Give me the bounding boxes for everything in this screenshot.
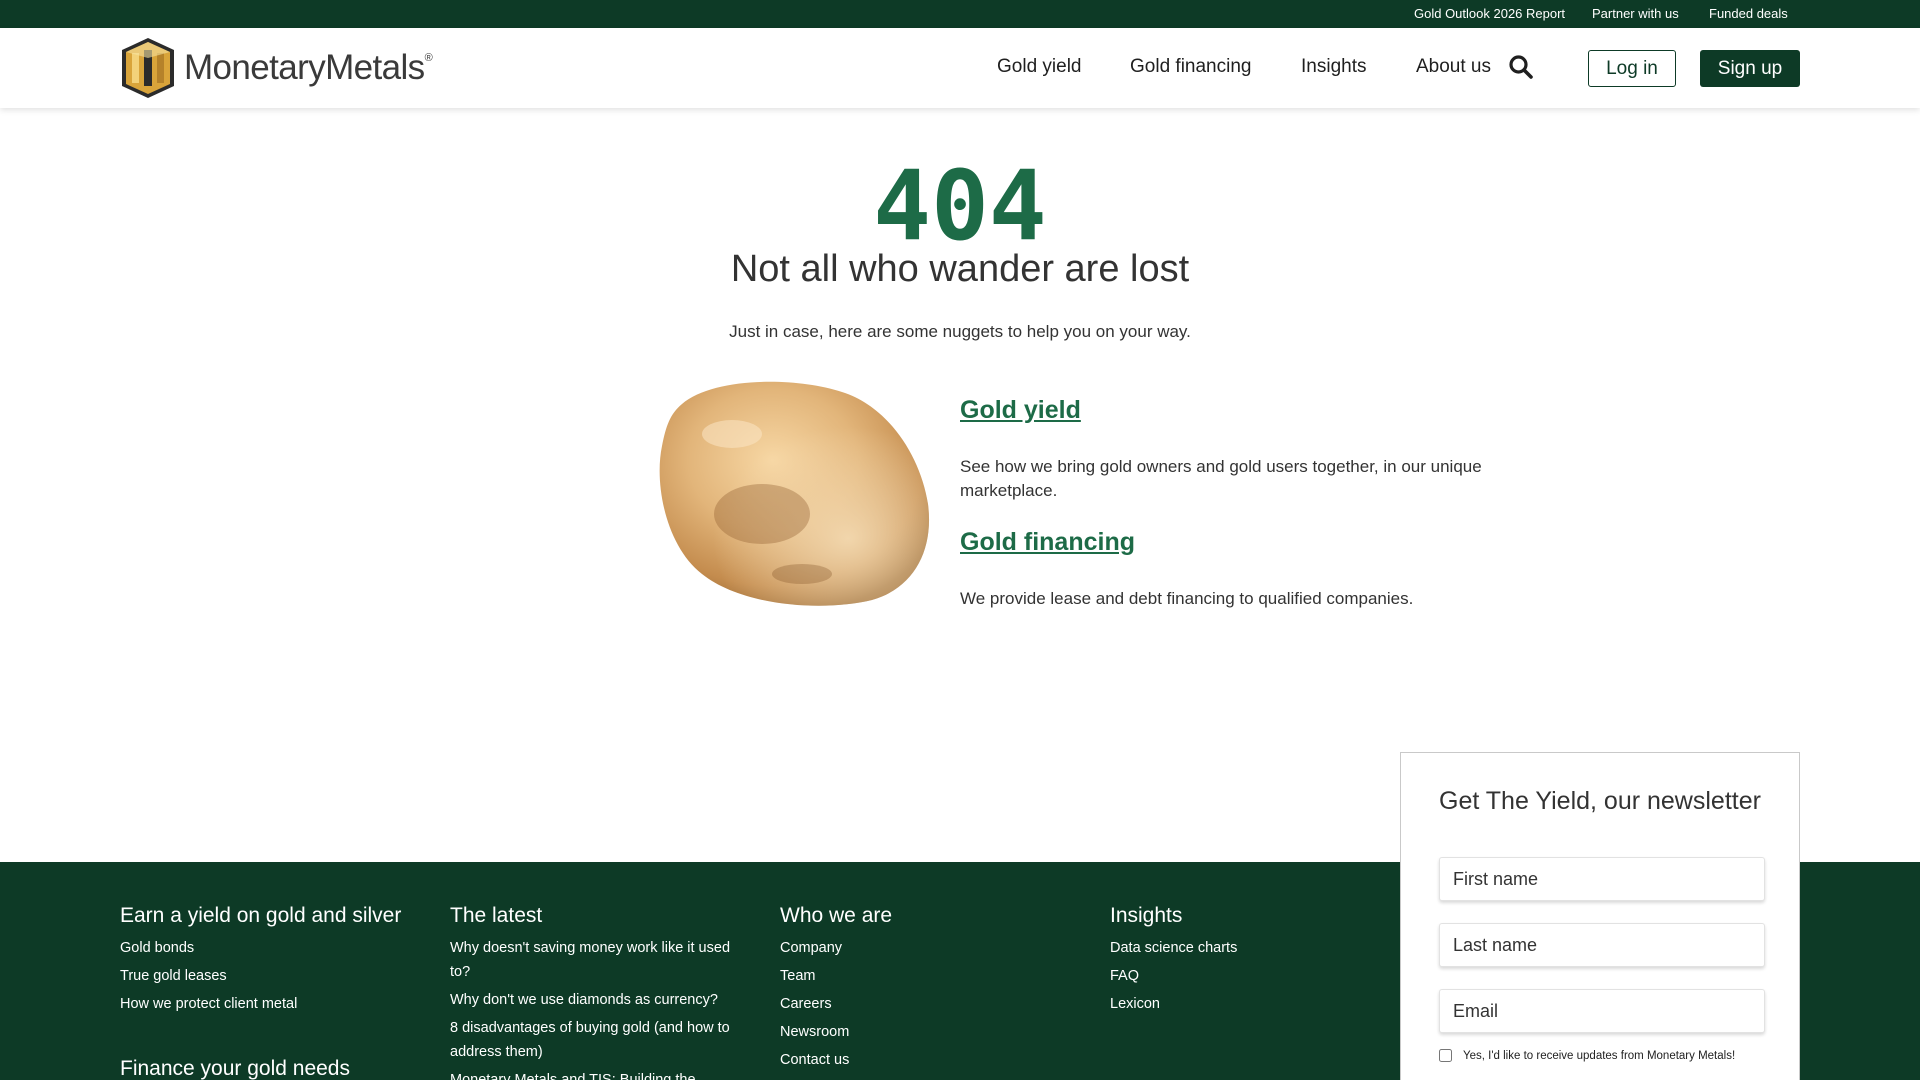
footer-link[interactable]: Company [780,936,842,960]
footer-column-title: Who we are [780,904,893,927]
footer-link[interactable]: How we protect client metal [120,992,297,1016]
logo-text: MonetaryMetals® [184,48,433,87]
search-icon[interactable] [1508,54,1534,80]
nav-gold-yield[interactable]: Gold yield [997,56,1082,78]
footer-link[interactable]: FAQ [1110,964,1139,988]
footer-column-title: Insights [1110,904,1183,927]
topbar-link-funded-deals[interactable]: Funded deals [1709,6,1788,21]
footer-link[interactable]: Why don't we use diamonds as currency? [450,988,750,1012]
link-gold-yield[interactable]: Gold yield [960,396,1081,425]
signup-button[interactable]: Sign up [1700,50,1800,87]
footer-column-title: The latest [450,904,543,927]
email-field[interactable] [1439,989,1765,1033]
footer-link[interactable]: Team [780,964,815,988]
consent-checkbox[interactable] [1439,1049,1452,1062]
nav-insights[interactable]: Insights [1301,56,1366,78]
nav-about-us[interactable]: About us [1416,56,1491,78]
footer-link[interactable]: True gold leases [120,964,227,988]
first-name-field[interactable] [1439,857,1765,901]
error-code: 404 [873,150,1047,262]
footer-link[interactable]: 8 disadvantages of buying gold (and how … [450,1016,750,1064]
nav-gold-financing[interactable]: Gold financing [1130,56,1251,78]
link-gold-yield-description: See how we bring gold owners and gold us… [960,457,1482,500]
login-button[interactable]: Log in [1588,50,1676,87]
logo-mark-icon [122,38,174,98]
top-utility-bar: Gold Outlook 2026 Report Partner with us… [0,0,1920,28]
page-subtext: Just in case, here are some nuggets to h… [729,322,1191,341]
page-heading: Not all who wander are lost [730,248,1190,290]
footer-link[interactable]: Monetary Metals and TIS: Building the [450,1068,750,1080]
topbar-link-gold-outlook[interactable]: Gold Outlook 2026 Report [1414,6,1565,21]
newsletter-card: Get The Yield, our newsletter Yes, I'd l… [1400,752,1800,1080]
gold-nugget-image [659,381,930,606]
footer-link[interactable]: Gold bonds [120,936,194,960]
newsletter-title: Get The Yield, our newsletter [1439,787,1761,815]
link-gold-financing[interactable]: Gold financing [960,528,1135,557]
footer-link[interactable]: Why doesn't saving money work like it us… [450,936,750,984]
link-gold-financing-description: We provide lease and debt financing to q… [960,589,1414,608]
topbar-link-partner[interactable]: Partner with us [1592,6,1679,21]
footer-link[interactable]: Lexicon [1110,992,1160,1016]
last-name-field[interactable] [1439,923,1765,967]
footer-link[interactable]: Contact us [780,1048,849,1072]
footer-column-title: Earn a yield on gold and silver [120,904,402,927]
footer-link[interactable]: Data science charts [1110,936,1237,960]
footer-link[interactable]: Careers [780,992,832,1016]
site-header: MonetaryMetals® Gold yield Gold financin… [0,28,1920,108]
logo[interactable]: MonetaryMetals® [120,36,433,100]
consent-label: Yes, I'd like to receive updates from Mo… [1463,1050,1736,1062]
footer-column-title-finance: Finance your gold needs [120,1057,350,1080]
footer-link[interactable]: Newsroom [780,1020,849,1044]
